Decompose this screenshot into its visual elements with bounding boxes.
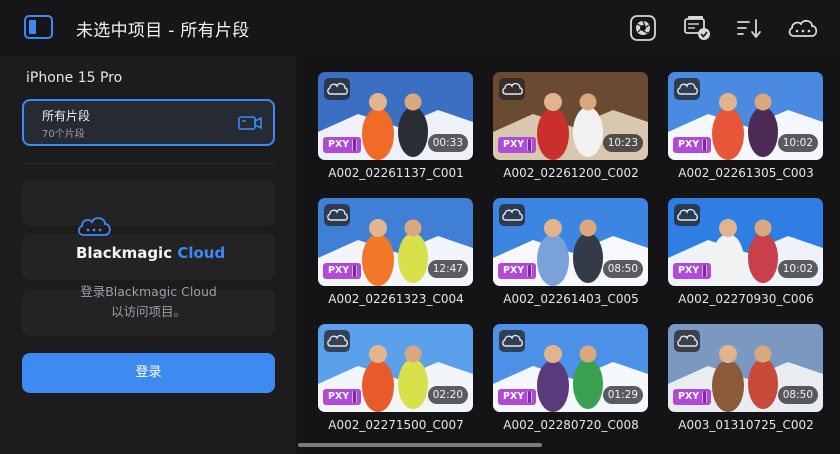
media-verified-icon[interactable] bbox=[682, 14, 712, 42]
clip-name: A003_01310725_C002 bbox=[678, 418, 814, 432]
clip-thumbnail[interactable]: PXY 08:50 bbox=[668, 324, 823, 412]
all-clips-item[interactable]: 所有片段 70个片段 bbox=[22, 99, 275, 146]
clip-name: A002_02261323_C004 bbox=[328, 292, 464, 306]
cloud-icon[interactable] bbox=[786, 14, 820, 42]
clip-duration: 12:47 bbox=[427, 260, 468, 278]
film-icon bbox=[527, 391, 533, 403]
login-hint-line1: 登录Blackmagic Cloud bbox=[80, 284, 217, 299]
proxy-badge: PXY bbox=[673, 263, 712, 279]
all-clips-count: 70个片段 bbox=[42, 129, 85, 140]
clip-duration: 08:50 bbox=[602, 260, 643, 278]
clip-duration: 00:33 bbox=[427, 134, 468, 152]
cloud-sync-icon bbox=[499, 78, 525, 100]
app-window: 未选中项目 - 所有片段 iPhone 15 Pro 所有片段 70个片段 Bl… bbox=[0, 0, 840, 454]
sidebar-divider bbox=[22, 163, 275, 164]
login-button[interactable]: 登录 bbox=[22, 353, 275, 393]
clip-tile[interactable]: PXY 10:23 A002_02261200_C002 bbox=[493, 72, 648, 180]
clip-name: A002_02261200_C002 bbox=[503, 166, 639, 180]
clip-tile[interactable]: PXY 08:50 A003_01310725_C002 bbox=[668, 324, 823, 432]
clip-thumbnail[interactable]: PXY 00:33 bbox=[318, 72, 473, 160]
clip-name: A002_02261305_C003 bbox=[678, 166, 814, 180]
clip-duration: 10:23 bbox=[602, 134, 643, 152]
proxy-badge: PXY bbox=[498, 137, 537, 153]
proxy-badge: PXY bbox=[498, 389, 537, 405]
film-icon bbox=[352, 139, 358, 151]
proxy-badge: PXY bbox=[323, 263, 362, 279]
cloud-sync-icon bbox=[674, 78, 700, 100]
clip-tile[interactable]: PXY 12:47 A002_02261323_C004 bbox=[318, 198, 473, 306]
clip-tile[interactable]: PXY 01:29 A002_02280720_C008 bbox=[493, 324, 648, 432]
all-clips-label: 所有片段 bbox=[42, 109, 91, 123]
clip-tile[interactable]: PXY 08:50 A002_02261403_C005 bbox=[493, 198, 648, 306]
cloud-sync-icon bbox=[324, 78, 350, 100]
clip-tile[interactable]: PXY 10:02 A002_02270930_C006 bbox=[668, 198, 823, 306]
proxy-badge: PXY bbox=[673, 137, 712, 153]
brand-main: Blackmagic bbox=[76, 244, 173, 262]
clip-tile[interactable]: PXY 00:33 A002_02261137_C001 bbox=[318, 72, 473, 180]
clip-thumbnail[interactable]: PXY 10:02 bbox=[668, 72, 823, 160]
proxy-badge: PXY bbox=[323, 137, 362, 153]
cloud-sync-icon bbox=[324, 204, 350, 226]
clip-name: A002_02280720_C008 bbox=[503, 418, 639, 432]
blackmagic-cloud-icon bbox=[77, 217, 111, 236]
clip-thumbnail[interactable]: PXY 02:20 bbox=[318, 324, 473, 412]
film-icon bbox=[702, 139, 708, 151]
cloud-sync-icon bbox=[674, 330, 700, 352]
film-icon bbox=[527, 265, 533, 277]
proxy-badge: PXY bbox=[498, 263, 537, 279]
film-icon bbox=[352, 391, 358, 403]
proxy-badge: PXY bbox=[323, 389, 362, 405]
film-icon bbox=[352, 265, 358, 277]
clip-grid: PXY 00:33 A002_02261137_C001 PXY 10:23 A… bbox=[298, 56, 840, 454]
top-bar: 未选中项目 - 所有片段 bbox=[0, 0, 840, 56]
clip-thumbnail[interactable]: PXY 01:29 bbox=[493, 324, 648, 412]
clip-thumbnail[interactable]: PXY 08:50 bbox=[493, 198, 648, 286]
clip-duration: 02:20 bbox=[427, 386, 468, 404]
clip-duration: 01:29 bbox=[602, 386, 643, 404]
device-name: iPhone 15 Pro bbox=[26, 70, 123, 86]
window-title: 未选中项目 - 所有片段 bbox=[76, 21, 250, 41]
horizontal-scrollbar[interactable] bbox=[298, 443, 542, 447]
clip-duration: 08:50 bbox=[777, 386, 818, 404]
film-icon bbox=[527, 139, 533, 151]
cloud-sync-icon bbox=[499, 204, 525, 226]
login-hint-line2: 以访问项目。 bbox=[110, 304, 186, 319]
clip-duration: 10:02 bbox=[777, 260, 818, 278]
cloud-sync-icon bbox=[324, 330, 350, 352]
brand-accent: Cloud bbox=[177, 244, 226, 262]
clip-thumbnail[interactable]: PXY 10:02 bbox=[668, 198, 823, 286]
clip-tile[interactable]: PXY 02:20 A002_02271500_C007 bbox=[318, 324, 473, 432]
clip-thumbnail[interactable]: PXY 10:23 bbox=[493, 72, 648, 160]
login-hint: 登录Blackmagic Cloud 以访问项目。 bbox=[22, 282, 275, 322]
proxy-badge: PXY bbox=[673, 389, 712, 405]
clip-duration: 10:02 bbox=[777, 134, 818, 152]
aperture-icon[interactable] bbox=[628, 14, 658, 42]
cloud-sync-icon bbox=[499, 330, 525, 352]
clip-thumbnail[interactable]: PXY 12:47 bbox=[318, 198, 473, 286]
cloud-sync-icon bbox=[674, 204, 700, 226]
clip-name: A002_02270930_C006 bbox=[678, 292, 814, 306]
placeholder-row bbox=[22, 180, 275, 226]
film-icon bbox=[702, 265, 708, 277]
sort-icon[interactable] bbox=[735, 14, 765, 42]
film-icon bbox=[702, 391, 708, 403]
clip-name: A002_02261137_C001 bbox=[328, 166, 464, 180]
clip-tile[interactable]: PXY 10:02 A002_02261305_C003 bbox=[668, 72, 823, 180]
camera-icon bbox=[238, 116, 262, 130]
clip-name: A002_02271500_C007 bbox=[328, 418, 464, 432]
sidebar-toggle-icon[interactable] bbox=[24, 15, 53, 39]
blackmagic-cloud-brand: Blackmagic Cloud bbox=[76, 244, 225, 262]
clip-name: A002_02261403_C005 bbox=[503, 292, 639, 306]
sidebar: iPhone 15 Pro 所有片段 70个片段 Blackmagic Clou… bbox=[0, 56, 296, 454]
